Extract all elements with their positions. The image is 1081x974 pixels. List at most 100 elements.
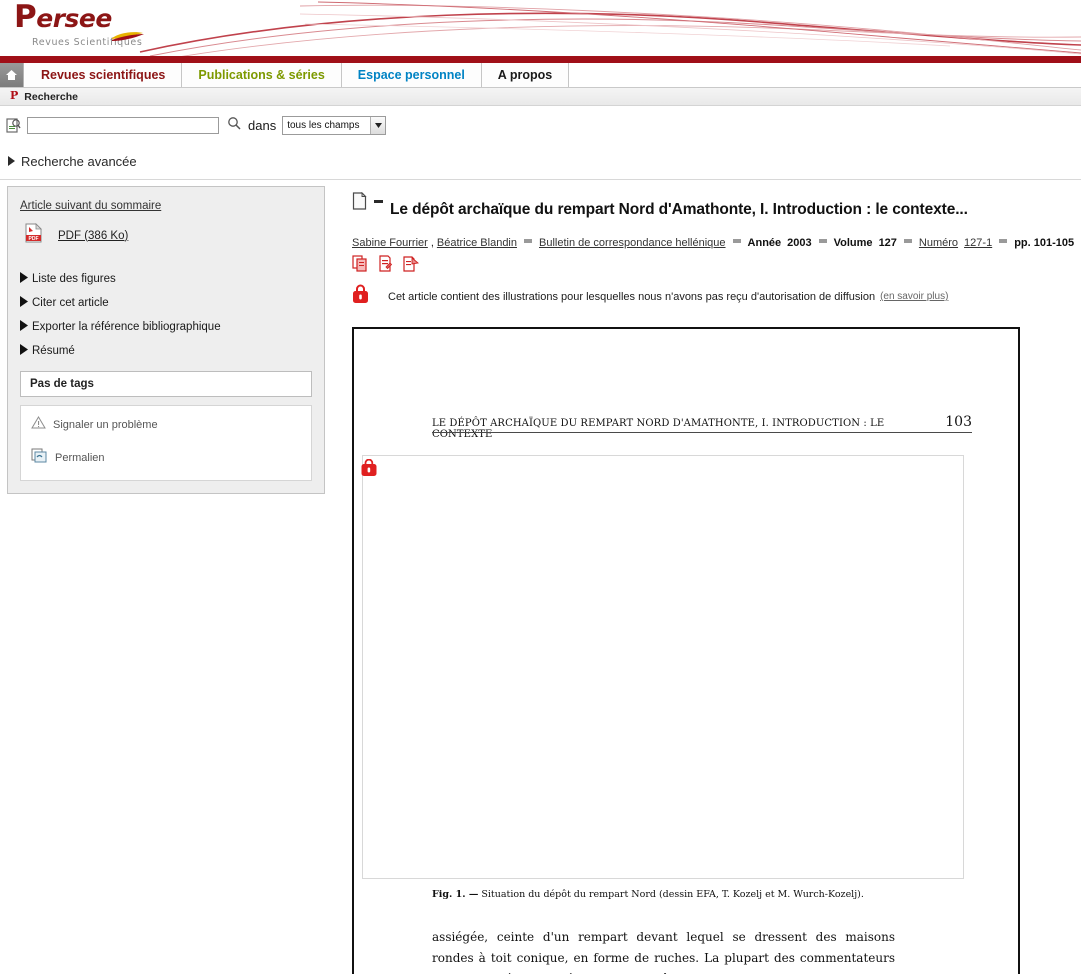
chevron-down-icon bbox=[370, 116, 386, 134]
tags-box[interactable]: Pas de tags bbox=[20, 371, 312, 397]
sidebar-tools: Signaler un problème Permalien bbox=[20, 405, 312, 481]
article-main: Le dépôt archaïque du rempart Nord d'Ama… bbox=[352, 190, 1077, 974]
metadata-value-numero[interactable]: 127-1 bbox=[964, 237, 992, 249]
restriction-notice-text: Cet article contient des illustrations p… bbox=[388, 290, 876, 303]
running-head-text: LE DÉPÔT ARCHAÏQUE DU REMPART NORD D'AMA… bbox=[432, 418, 885, 441]
home-icon bbox=[6, 70, 17, 80]
annotate-icon[interactable] bbox=[378, 255, 393, 277]
tags-label: Pas de tags bbox=[30, 378, 94, 390]
lock-icon bbox=[361, 458, 377, 482]
advanced-search-label: Recherche avancée bbox=[21, 154, 137, 169]
sidebar-item-label: Exporter la référence bibliographique bbox=[32, 321, 221, 333]
metadata-label-numero[interactable]: Numéro bbox=[919, 237, 958, 249]
running-head-rule bbox=[432, 432, 972, 434]
export-icon[interactable] bbox=[402, 255, 420, 277]
article-title-row: Le dépôt archaïque du rempart Nord d'Ama… bbox=[352, 190, 1077, 230]
search-document-icon bbox=[5, 117, 23, 134]
nav-tab-espace-personnel[interactable]: Espace personnel bbox=[341, 63, 482, 87]
document-page-viewer[interactable]: LE DÉPÔT ARCHAÏQUE DU REMPART NORD D'AMA… bbox=[352, 327, 1020, 974]
home-button[interactable] bbox=[0, 63, 24, 87]
advanced-search-toggle[interactable]: Recherche avancée bbox=[0, 144, 1081, 180]
header-accent-bar bbox=[0, 56, 1081, 63]
metadata-label-volume: Volume bbox=[833, 237, 873, 250]
pdf-icon: PDF bbox=[24, 223, 43, 248]
sidebar-item-label: Résumé bbox=[32, 345, 75, 357]
nav-tab-revues-scientifiques[interactable]: Revues scientifiques bbox=[25, 63, 183, 87]
copy-reference-icon[interactable] bbox=[352, 255, 368, 277]
next-article-link[interactable]: Article suivant du sommaire bbox=[20, 200, 161, 212]
sidebar-item-liste-des-figures[interactable]: Liste des figures bbox=[20, 270, 312, 288]
figure-caption: Fig. 1. — Situation du dépôt du rempart … bbox=[432, 889, 864, 900]
figure-placeholder bbox=[362, 455, 964, 880]
nav-tab-a-propos[interactable]: A propos bbox=[481, 63, 570, 87]
site-banner: Persee Revues Scientifiques bbox=[0, 0, 1081, 56]
nav-tab-label: Publications & séries bbox=[198, 68, 325, 82]
search-bar: dans tous les champs bbox=[0, 106, 1081, 144]
restriction-notice: Cet article contient des illustrations p… bbox=[352, 284, 1077, 309]
journal-link[interactable]: Bulletin de correspondance hellénique bbox=[539, 237, 726, 249]
logo-swoosh-icon bbox=[112, 32, 144, 41]
author-link-2[interactable]: Béatrice Blandin bbox=[437, 237, 517, 249]
permalink-icon bbox=[31, 448, 48, 468]
main-navigation: Revues scientifiques Publications & séri… bbox=[0, 63, 1081, 88]
author-link-1[interactable]: Sabine Fourrier bbox=[352, 237, 428, 249]
search-section-label: Recherche bbox=[24, 90, 78, 103]
permalink-button[interactable]: Permalien bbox=[31, 448, 301, 468]
learn-more-link[interactable]: (en savoir plus) bbox=[880, 291, 948, 302]
title-dash-marker bbox=[374, 200, 383, 203]
site-logo[interactable]: Persee Revues Scientifiques bbox=[14, 2, 144, 48]
sidebar-item-label: Citer cet article bbox=[32, 297, 109, 309]
logo-rest: ersee bbox=[36, 4, 112, 33]
sidebar-item-label: Liste des figures bbox=[32, 273, 116, 285]
sidebar-panel: Article suivant du sommaire PDF PDF (386… bbox=[7, 186, 325, 494]
triangle-right-icon bbox=[20, 294, 28, 312]
metadata-pages: pp. 101-105 bbox=[1014, 237, 1075, 250]
article-action-icons bbox=[352, 255, 1077, 277]
metadata-separator-icon bbox=[732, 239, 741, 244]
permalink-label: Permalien bbox=[55, 452, 105, 464]
document-body-text: assiégée, ceinte d'un rempart devant leq… bbox=[432, 930, 895, 974]
triangle-right-icon bbox=[8, 153, 15, 171]
nav-tab-label: Revues scientifiques bbox=[41, 68, 166, 82]
triangle-right-icon bbox=[20, 342, 28, 360]
logo-initial: P bbox=[14, 0, 37, 35]
metadata-value-annee: 2003 bbox=[787, 237, 812, 250]
figure-caption-prefix: Fig. 1. — bbox=[432, 889, 479, 901]
document-running-head: LE DÉPÔT ARCHAÏQUE DU REMPART NORD D'AMA… bbox=[432, 414, 972, 440]
sidebar-item-exporter-reference[interactable]: Exporter la référence bibliographique bbox=[20, 318, 312, 336]
search-input[interactable] bbox=[27, 116, 219, 134]
search-scope-label: dans bbox=[248, 117, 277, 133]
metadata-separator-icon bbox=[524, 239, 532, 244]
author-separator: , bbox=[430, 237, 434, 250]
metadata-separator-icon bbox=[903, 239, 912, 244]
search-scope-select[interactable]: tous les champs bbox=[282, 115, 387, 135]
metadata-value-volume: 127 bbox=[878, 237, 897, 250]
article-metadata: Sabine Fourrier , Béatrice Blandin Bulle… bbox=[352, 237, 1077, 249]
svg-text:PDF: PDF bbox=[29, 236, 39, 242]
triangle-right-icon bbox=[20, 318, 28, 336]
sidebar-item-resume[interactable]: Résumé bbox=[20, 342, 312, 360]
sidebar-item-citer-cet-article[interactable]: Citer cet article bbox=[20, 294, 312, 312]
metadata-separator-icon bbox=[999, 239, 1008, 244]
pdf-download-row[interactable]: PDF PDF (386 Ko) bbox=[20, 223, 312, 248]
nav-tab-label: Espace personnel bbox=[357, 68, 465, 82]
search-icon[interactable] bbox=[227, 116, 241, 135]
banner-wave-decoration bbox=[139, 1, 1081, 56]
article-sidebar: Article suivant du sommaire PDF PDF (386… bbox=[7, 186, 325, 494]
pdf-download-label: PDF (386 Ko) bbox=[58, 229, 129, 242]
report-problem-button[interactable]: Signaler un problème bbox=[31, 416, 301, 434]
metadata-label-annee: Année bbox=[747, 237, 782, 250]
report-problem-label: Signaler un problème bbox=[53, 419, 158, 431]
metadata-separator-icon bbox=[818, 239, 827, 244]
triangle-right-icon bbox=[20, 270, 28, 288]
page-title: Le dépôt archaïque du rempart Nord d'Ama… bbox=[390, 201, 968, 219]
warning-triangle-icon bbox=[31, 416, 46, 434]
logo-wordmark: Persee bbox=[14, 2, 142, 33]
lock-icon bbox=[352, 284, 369, 309]
persee-p-icon: P bbox=[10, 89, 19, 102]
nav-tab-publications-series[interactable]: Publications & séries bbox=[182, 63, 342, 87]
search-section-header: P Recherche bbox=[0, 88, 1081, 106]
figure-caption-text: Situation du dépôt du rempart Nord (dess… bbox=[478, 889, 864, 901]
document-icon bbox=[352, 191, 367, 215]
nav-tab-label: A propos bbox=[497, 68, 553, 82]
